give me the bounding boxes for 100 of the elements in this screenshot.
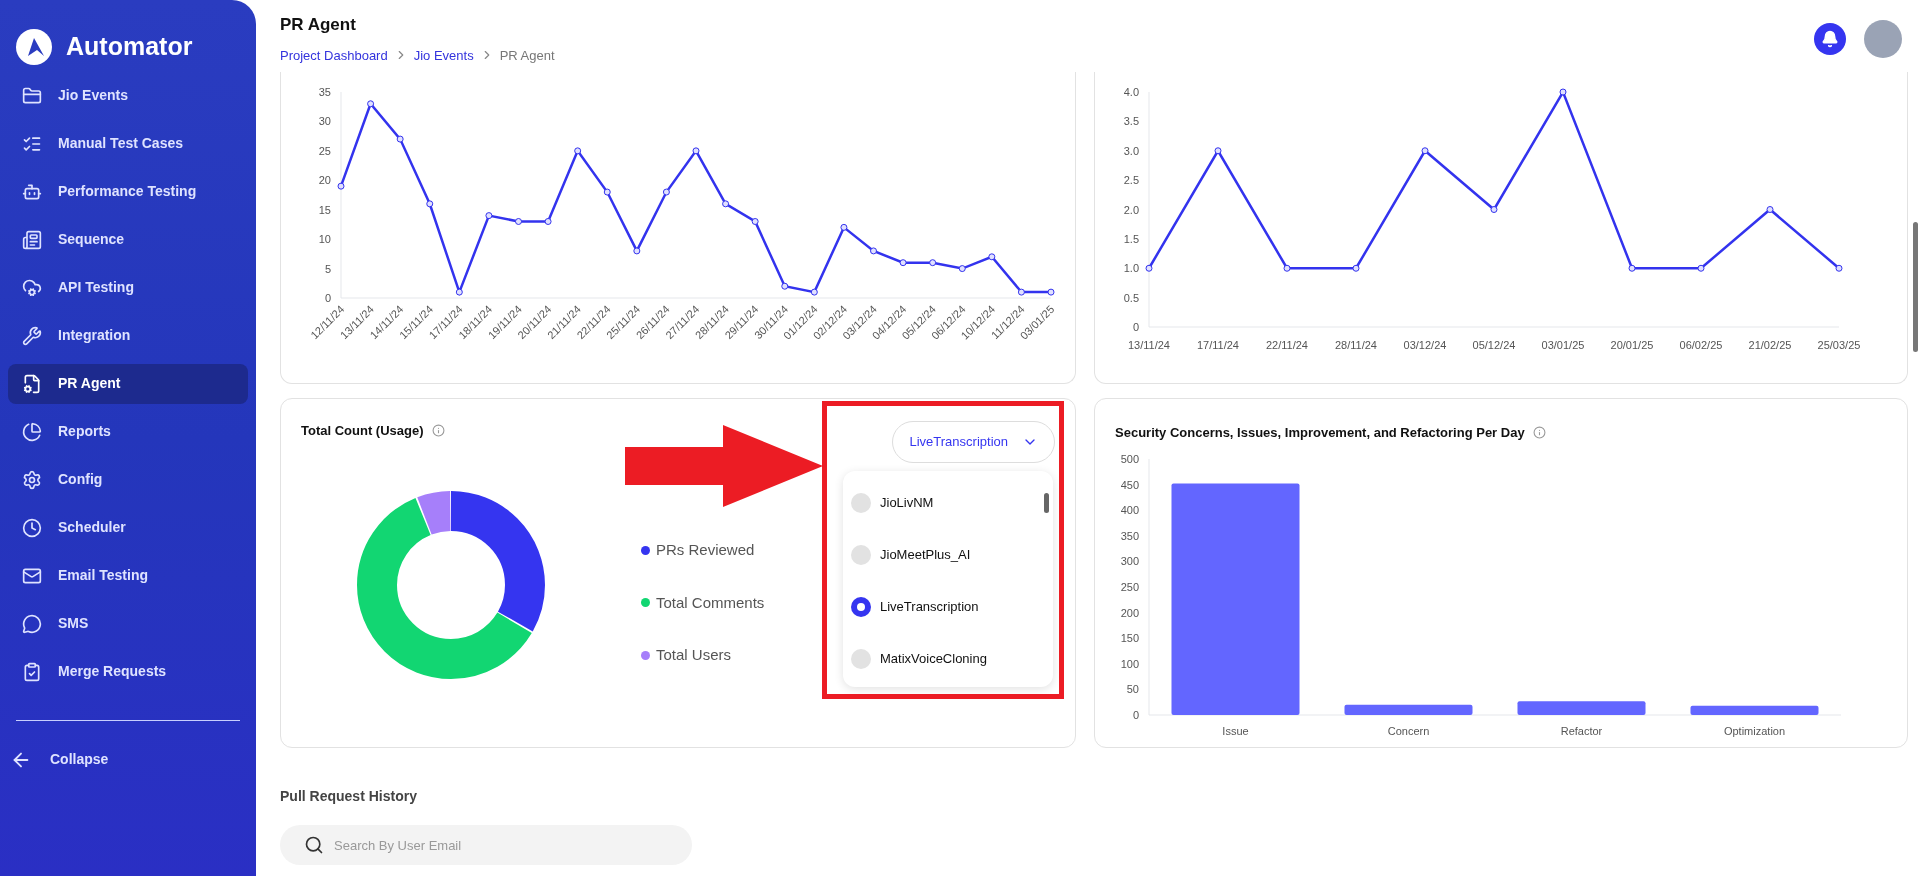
data-point [1559,88,1567,96]
data-point [810,288,818,296]
breadcrumb-link[interactable]: Project Dashboard [280,45,388,65]
axis-tick-label: 4.0 [1123,86,1139,98]
dropdown-option[interactable]: JioLivNM [843,477,1053,529]
sidebar-item[interactable]: Email Testing [8,555,248,596]
data-point [1697,264,1705,272]
axis-tick-label: 20/01/25 [1610,339,1654,351]
axis-tick-label: 300 [1120,554,1139,567]
sidebar-item[interactable]: Sequence [8,219,248,260]
data-point [515,218,522,225]
clock-icon [22,517,42,538]
clipboard-icon [22,661,42,682]
axis-tick-label: 25 [318,144,331,157]
data-point [751,218,759,225]
data-point [781,282,789,290]
sidebar-item[interactable]: Config [8,459,248,500]
scrollbar [1044,493,1049,513]
folder-icon [22,85,42,106]
radio-button[interactable] [851,493,871,513]
section-title: Pull Request History [280,787,418,806]
logo-icon [16,28,52,65]
radio-button[interactable] [851,545,871,565]
axis-tick-label: 250 [1120,580,1139,593]
page-title: PR Agent [280,14,357,36]
sidebar-item[interactable]: Merge Requests [8,651,248,692]
data-point [603,188,611,196]
sidebar-item[interactable]: SMS [8,603,248,644]
dropdown-option[interactable]: JioMeetPlus_AI [843,529,1053,581]
legend-label: Total Comments [656,592,765,613]
axis-tick-label: 450 [1120,478,1139,491]
data-point [988,253,996,261]
axis-tick-label: 0 [1132,321,1139,333]
axis-tick-label: 350 [1120,529,1139,542]
legend-label: PRs Reviewed [656,540,755,560]
dropdown-option[interactable]: LiveTranscription [843,581,1053,633]
sidebar-item[interactable]: Integration [8,315,248,356]
data-point [1421,147,1429,155]
radio-button[interactable] [851,597,871,617]
data-point [367,100,375,108]
data-point [485,212,493,220]
sidebar-item[interactable]: Manual Test Cases [8,123,248,164]
data-point [396,135,404,143]
sidebar-item[interactable]: Jio Events [8,75,248,116]
dropdown-option[interactable]: MatixVoiceCloning [843,633,1053,685]
axis-tick-label: 15 [318,203,331,216]
collapse-button[interactable]: Collapse [8,748,148,771]
radio-button[interactable] [851,649,871,669]
legend-label: Total Users [656,645,732,665]
axis-tick-label: Concern [1387,724,1430,737]
data-point [840,223,848,231]
cloud-icon [22,277,42,298]
axis-tick-label: 22/11/24 [1266,339,1308,351]
data-point [633,247,641,255]
data-point [544,218,552,225]
data-point [1835,264,1843,272]
axis-tick-label: 50 [1126,682,1139,695]
axis-tick-label: 1.0 [1123,262,1139,275]
axis-tick-label: Refactor [1560,724,1603,737]
sidebar-item[interactable]: Reports [8,411,248,452]
chat-icon [22,613,42,634]
axis-tick-label: 2.5 [1123,174,1139,187]
card-title: Total Count (Usage) [301,422,424,440]
axis-tick-label: 3.0 [1123,144,1139,157]
axis-tick-label: 150 [1120,631,1139,644]
bell-icon [1821,30,1839,48]
axis-tick-label: 03/12/24 [1403,339,1447,351]
avatar[interactable] [1864,20,1902,58]
axis-tick-label: Issue [1222,724,1249,737]
axis-tick-label: 13/11/24 [1128,339,1170,351]
data-point [1766,206,1774,213]
search-field[interactable]: Search By User Email [280,825,692,865]
gear-icon [22,469,42,490]
data-point [1352,264,1360,272]
data-point [929,259,937,267]
wrench-icon [22,325,42,346]
brand-name: Automator [66,31,193,62]
notification-button[interactable] [1814,23,1846,55]
axis-tick-label: Optimization [1723,724,1786,737]
pie-chart-icon [22,421,42,442]
axis-tick-label: 10 [318,233,331,246]
axis-tick-label: 17/11/24 [1197,339,1239,351]
data-point [662,188,670,196]
axis-tick-label: 05/12/24 [1472,339,1516,351]
data-point [1283,264,1291,272]
data-point [1017,288,1025,296]
data-point [1490,206,1498,213]
info-icon [1532,426,1546,440]
sidebar-item[interactable]: Performance Testing [8,171,248,212]
axis-tick-label: 35 [318,86,331,98]
sidebar-item[interactable]: PR Agent [8,363,248,404]
axis-tick-label: 30 [318,115,331,128]
axis-tick-label: 3.5 [1123,115,1139,128]
sidebar-item[interactable]: API Testing [8,267,248,308]
axis-tick-label: 28/11/24 [1335,339,1377,351]
sidebar-item[interactable]: Scheduler [8,507,248,548]
axis-tick-label: 1.5 [1123,232,1139,245]
axis-tick-label: 20 [318,174,331,187]
breadcrumb-link[interactable]: Jio Events [413,45,474,65]
breadcrumb-link[interactable]: PR Agent [499,45,555,65]
